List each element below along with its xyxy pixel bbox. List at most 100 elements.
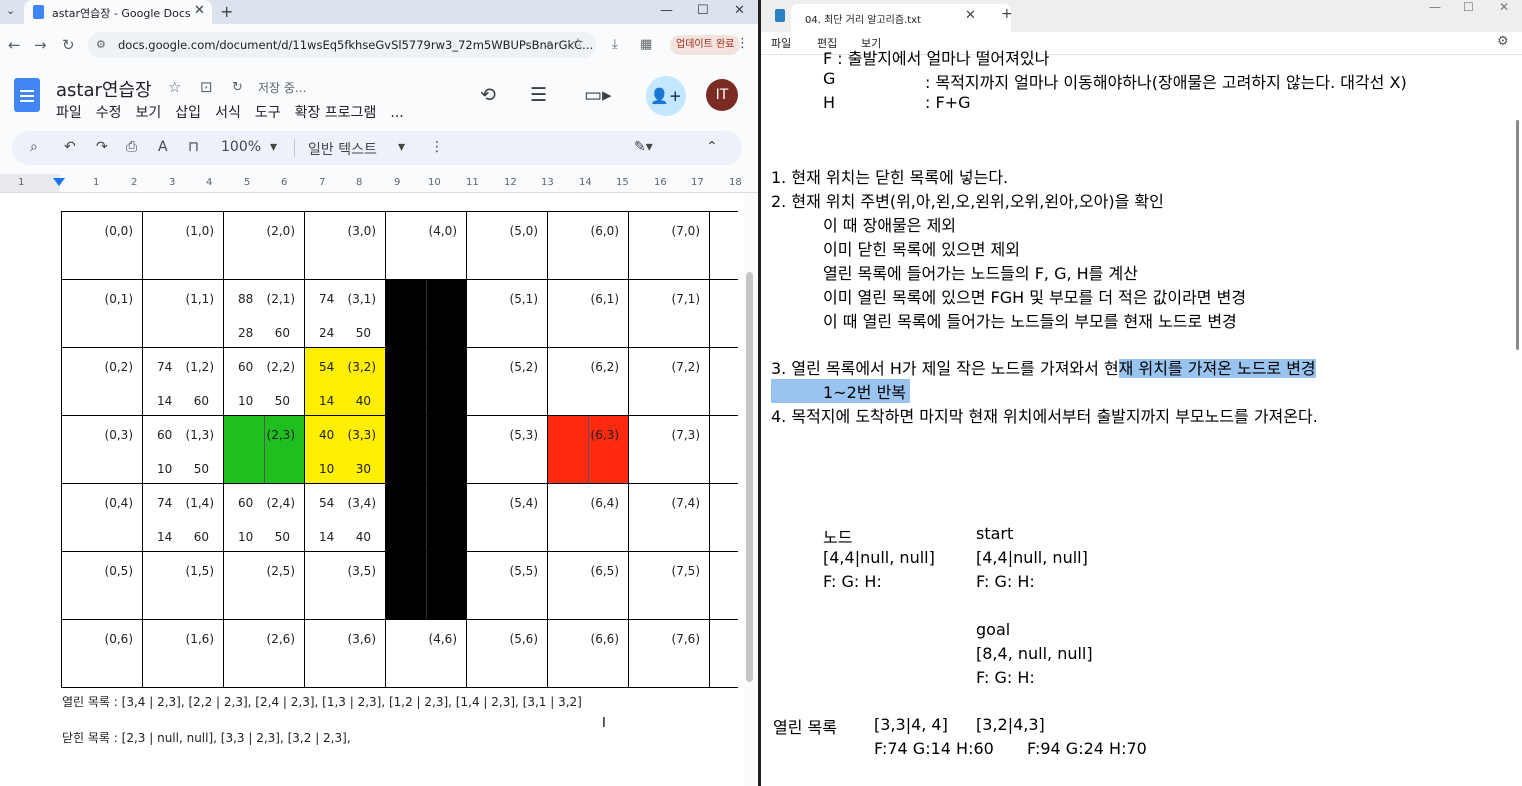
grid-cell[interactable]: (6,1) <box>547 279 629 348</box>
grid-cell[interactable]: (2,0) <box>223 211 305 280</box>
menu-file[interactable]: 파일 <box>771 35 791 51</box>
grid-cell[interactable]: (1,5) <box>142 551 224 620</box>
maximize-icon[interactable]: ☐ <box>697 3 709 18</box>
grid-cell[interactable] <box>385 415 467 484</box>
grid-cell[interactable] <box>385 483 467 552</box>
grid-cell[interactable]: (1,1) <box>142 279 224 348</box>
download-icon[interactable]: ⤓ <box>612 37 618 52</box>
search-menus-icon[interactable]: ⌕ <box>30 139 38 155</box>
indent-marker-icon[interactable] <box>53 178 65 186</box>
settings-gear-icon[interactable]: ⚙ <box>1497 34 1509 49</box>
open-list-text[interactable]: 열린 목록 : [3,4 | 2,3], [2,2 | 2,3], [2,4 |… <box>62 693 582 710</box>
spellcheck-icon[interactable]: A <box>158 139 168 155</box>
close-tab-icon[interactable]: ✕ <box>194 3 205 18</box>
grid-cell[interactable]: (7,4) <box>628 483 710 552</box>
closed-list-text[interactable]: 닫힌 목록 : [2,3 | null, null], [3,3 | 2,3],… <box>62 729 351 746</box>
grid-cell[interactable]: (5,4) <box>466 483 548 552</box>
grid-cell[interactable]: (5,1) <box>466 279 548 348</box>
grid-cell[interactable]: (0,4) <box>61 483 143 552</box>
doc-scrollbar[interactable] <box>746 272 753 682</box>
edit-mode-icon[interactable]: ✎▾ <box>634 139 653 155</box>
grid-cell[interactable]: (7,2) <box>628 347 710 416</box>
share-button[interactable]: 👤+ <box>646 76 686 116</box>
meet-icon[interactable]: ▭▸ <box>584 84 612 106</box>
grid-cell[interactable]: (3,1) 74 24 50 <box>304 279 386 348</box>
grid-cell[interactable]: (5,0) <box>466 211 548 280</box>
grid-cell[interactable] <box>385 279 467 348</box>
notepad-tab[interactable]: 04. 최단 거리 알고리즘.txt ✕ <box>791 4 1011 32</box>
menu-tools[interactable]: 도구 <box>255 105 281 121</box>
grid-cell[interactable]: (1,0) <box>142 211 224 280</box>
grid-cell[interactable]: (0,5) <box>61 551 143 620</box>
close-tab-icon[interactable]: ✕ <box>965 8 976 23</box>
tab-search-icon[interactable]: ⌄ <box>6 4 15 17</box>
new-tab-icon[interactable]: + <box>1001 6 1013 22</box>
grid-cell[interactable]: (1,4) 74 14 60 <box>142 483 224 552</box>
grid-cell[interactable]: (2,2) 60 10 50 <box>223 347 305 416</box>
chevron-down-icon[interactable]: ▾ <box>270 139 277 155</box>
grid-cell[interactable]: (2,4) 60 10 50 <box>223 483 305 552</box>
comments-icon[interactable]: ☰ <box>530 84 547 106</box>
star-icon[interactable]: ☆ <box>168 78 181 96</box>
grid-cell[interactable]: (2,5) <box>223 551 305 620</box>
menu-extensions[interactable]: 확장 프로그램 <box>295 105 377 121</box>
menu-format[interactable]: 서식 <box>215 105 241 121</box>
menu-insert[interactable]: 삽입 <box>175 105 201 121</box>
grid-cell[interactable]: (7,3) <box>628 415 710 484</box>
grid-cell[interactable]: (7,1) <box>628 279 710 348</box>
grid-cell[interactable]: (2,6) <box>223 619 305 688</box>
paint-format-icon[interactable]: ⊓ <box>188 139 199 155</box>
grid-cell[interactable]: (3,2) 54 14 40 <box>304 347 386 416</box>
grid-cell[interactable]: (1,6) <box>142 619 224 688</box>
grid-cell[interactable]: (3,6) <box>304 619 386 688</box>
print-icon[interactable]: ⎙ <box>126 139 137 155</box>
document-title[interactable]: astar연습장 <box>56 76 152 102</box>
minimize-icon[interactable]: — <box>660 3 673 18</box>
back-icon[interactable]: ← <box>8 36 21 54</box>
zoom-icon[interactable]: ⌕ <box>546 36 553 51</box>
grid-cell[interactable]: (3,5) <box>304 551 386 620</box>
grid-cell[interactable]: (4,0) <box>385 211 467 280</box>
grid-cell[interactable]: (5,5) <box>466 551 548 620</box>
grid-cell[interactable]: (3,4) 54 14 40 <box>304 483 386 552</box>
grid-cell[interactable]: (0,2) <box>61 347 143 416</box>
grid-cell[interactable]: (2,3) <box>223 415 305 484</box>
bookmark-star-icon[interactable]: ☆ <box>572 36 584 51</box>
grid-cell[interactable]: (6,0) <box>547 211 629 280</box>
grid-cell[interactable]: (6,6) <box>547 619 629 688</box>
browser-menu-icon[interactable]: ⋮ <box>736 36 749 51</box>
grid-cell[interactable]: (6,4) <box>547 483 629 552</box>
grid-cell[interactable]: (6,5) <box>547 551 629 620</box>
zoom-select[interactable]: 100% <box>221 139 261 155</box>
history-icon[interactable]: ⟲ <box>480 84 496 106</box>
forward-icon[interactable]: → <box>34 36 47 54</box>
grid-cell[interactable]: (6,2) <box>547 347 629 416</box>
grid-cell[interactable] <box>385 551 467 620</box>
style-select[interactable]: 일반 텍스트 <box>308 139 377 159</box>
grid-cell[interactable]: (5,3) <box>466 415 548 484</box>
avatar[interactable]: IT <box>706 79 738 111</box>
grid-cell[interactable]: (0,1) <box>61 279 143 348</box>
grid-cell[interactable]: (1,2) 74 14 60 <box>142 347 224 416</box>
more-options-icon[interactable]: ⋮ <box>430 139 444 155</box>
grid-cell[interactable]: (0,0) <box>61 211 143 280</box>
grid-cell[interactable]: (3,3) 40 10 30 <box>304 415 386 484</box>
close-window-icon[interactable]: ✕ <box>1499 0 1509 14</box>
grid-cell[interactable]: (3,0) <box>304 211 386 280</box>
grid-cell[interactable]: (0,3) <box>61 415 143 484</box>
undo-icon[interactable]: ↶ <box>64 139 76 155</box>
maximize-icon[interactable]: ☐ <box>1463 0 1474 14</box>
collapse-menus-icon[interactable]: ⌃ <box>706 139 718 155</box>
notepad-scrollbar[interactable] <box>1516 120 1519 350</box>
site-info-icon[interactable]: ⚙ <box>96 38 106 51</box>
docs-logo-icon[interactable] <box>14 78 40 112</box>
menu-edit[interactable]: 수정 <box>96 105 122 121</box>
close-window-icon[interactable]: ✕ <box>734 3 745 18</box>
grid-cell[interactable]: (5,2) <box>466 347 548 416</box>
chevron-down-icon[interactable]: ▾ <box>398 139 405 155</box>
menu-file[interactable]: 파일 <box>56 105 82 121</box>
move-folder-icon[interactable]: ⊡ <box>200 78 213 96</box>
grid-cell[interactable]: (5,6) <box>466 619 548 688</box>
grid-cell[interactable] <box>385 347 467 416</box>
grid-cell[interactable]: (7,6) <box>628 619 710 688</box>
